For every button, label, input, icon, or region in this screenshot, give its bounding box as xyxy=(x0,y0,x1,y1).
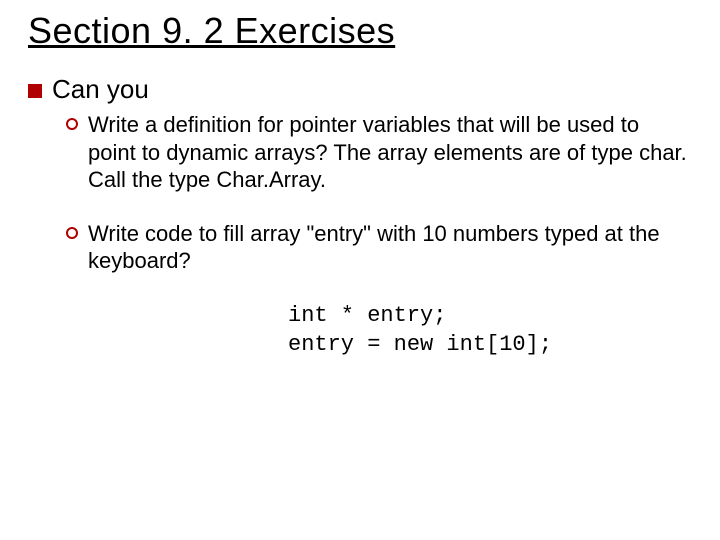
square-bullet-icon xyxy=(28,84,42,98)
list-item: Can you xyxy=(28,74,692,105)
list-item: Write code to fill array "entry" with 10… xyxy=(66,220,692,275)
circle-bullet-icon xyxy=(66,118,78,130)
circle-bullet-icon xyxy=(66,227,78,239)
slide: Section 9. 2 Exercises Can you Write a d… xyxy=(0,0,720,380)
level1-text: Can you xyxy=(52,74,149,105)
list-item: Write a definition for pointer variables… xyxy=(66,111,692,194)
bullet-text: Write code to fill array "entry" with 10… xyxy=(88,220,692,275)
bullet-text: Write a definition for pointer variables… xyxy=(88,111,692,194)
slide-title: Section 9. 2 Exercises xyxy=(28,10,692,52)
code-block: int * entry; entry = new int[10]; xyxy=(288,301,692,360)
